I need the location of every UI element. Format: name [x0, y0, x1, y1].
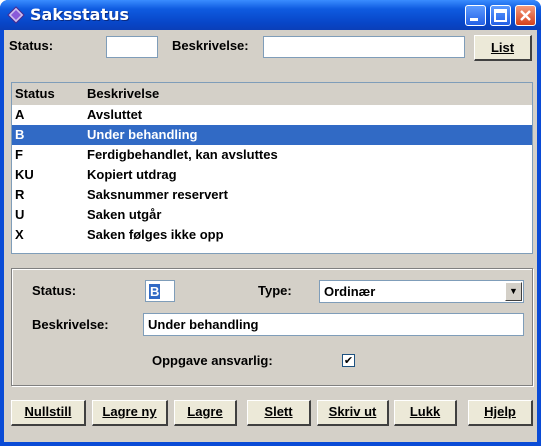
detail-beskrivelse-label: Beskrivelse: — [32, 317, 109, 332]
filter-beskrivelse-input[interactable] — [263, 36, 465, 58]
column-header-status[interactable]: Status — [15, 86, 55, 101]
hjelp-button[interactable]: Hjelp — [468, 400, 533, 426]
column-header-beskrivelse[interactable]: Beskrivelse — [87, 86, 159, 101]
lukk-button[interactable]: Lukk — [394, 400, 457, 426]
list-item-status: U — [15, 207, 25, 222]
chevron-down-icon: ▼ — [509, 286, 518, 296]
list-item[interactable]: F Ferdigbehandlet, kan avsluttes — [12, 145, 532, 165]
list-item-beskrivelse: Saken utgår — [87, 207, 162, 222]
dropdown-arrow-button[interactable]: ▼ — [505, 282, 522, 301]
skriv-ut-button[interactable]: Skriv ut — [317, 400, 389, 426]
minimize-button[interactable] — [465, 5, 486, 26]
list-item[interactable]: U Saken utgår — [12, 205, 532, 225]
list-item-beskrivelse: Under behandling — [87, 127, 198, 142]
list-item-status: KU — [15, 167, 34, 182]
detail-type-label: Type: — [258, 283, 292, 298]
list-item-status: B — [15, 127, 25, 142]
filter-status-label: Status: — [9, 38, 54, 53]
status-list[interactable]: Status Beskrivelse A Avsluttet B Under beha… — [11, 82, 533, 254]
client-area: Status: Beskrivelse: List Status Beskriv… — [4, 30, 537, 442]
nullstill-button[interactable]: Nullstill — [11, 400, 86, 426]
detail-status-label: Status: — [32, 283, 77, 298]
filter-beskrivelse-label: Beskrivelse: — [172, 38, 249, 53]
maximize-icon — [494, 9, 507, 22]
detail-beskrivelse-input[interactable]: Under behandling — [143, 313, 524, 336]
window-title: Saksstatus — [30, 5, 130, 24]
title-bar[interactable]: Saksstatus — [0, 0, 541, 30]
list-item-status: A — [15, 107, 25, 122]
lagre-button[interactable]: Lagre — [174, 400, 237, 426]
list-item[interactable]: KU Kopiert utdrag — [12, 165, 532, 185]
list-item-status: F — [15, 147, 23, 162]
list-item-beskrivelse: Avsluttet — [87, 107, 143, 122]
oppgave-ansvarlig-label: Oppgave ansvarlig: — [152, 353, 273, 368]
saksstatus-window: Saksstatus Status: Beskrivelse: List Sta… — [0, 0, 541, 446]
maximize-button[interactable] — [490, 5, 511, 26]
detail-group: Status: B Type: Ordinær ▼ Beskrivelse: U… — [11, 268, 533, 386]
minimize-icon — [470, 18, 478, 21]
list-item-status: R — [15, 187, 25, 202]
lagre-ny-button[interactable]: Lagre ny — [92, 400, 168, 426]
close-button[interactable] — [515, 5, 536, 26]
oppgave-ansvarlig-checkbox[interactable]: ✔ — [342, 354, 355, 367]
list-item[interactable]: R Saksnummer reservert — [12, 185, 532, 205]
list-item-beskrivelse: Ferdigbehandlet, kan avsluttes — [87, 147, 278, 162]
type-dropdown[interactable]: Ordinær ▼ — [319, 280, 524, 303]
type-value: Ordinær — [324, 284, 376, 299]
list-item-beskrivelse: Saken følges ikke opp — [87, 227, 224, 242]
list-item-beskrivelse: Kopiert utdrag — [87, 167, 177, 182]
slett-button[interactable]: Slett — [247, 400, 311, 426]
list-item[interactable]: X Saken følges ikke opp — [12, 225, 532, 245]
list-item-status: X — [15, 227, 24, 242]
close-icon — [520, 10, 531, 21]
list-header: Status Beskrivelse — [12, 83, 532, 105]
list-item[interactable]: A Avsluttet — [12, 105, 532, 125]
list-item[interactable]: B Under behandling — [12, 125, 532, 145]
checkmark-icon: ✔ — [343, 354, 354, 367]
app-icon — [7, 6, 25, 24]
list-item-beskrivelse: Saksnummer reservert — [87, 187, 228, 202]
filter-status-input[interactable] — [106, 36, 158, 58]
detail-status-input[interactable]: B — [145, 280, 175, 302]
detail-status-value: B — [149, 284, 161, 299]
list-button[interactable]: List — [474, 35, 532, 61]
